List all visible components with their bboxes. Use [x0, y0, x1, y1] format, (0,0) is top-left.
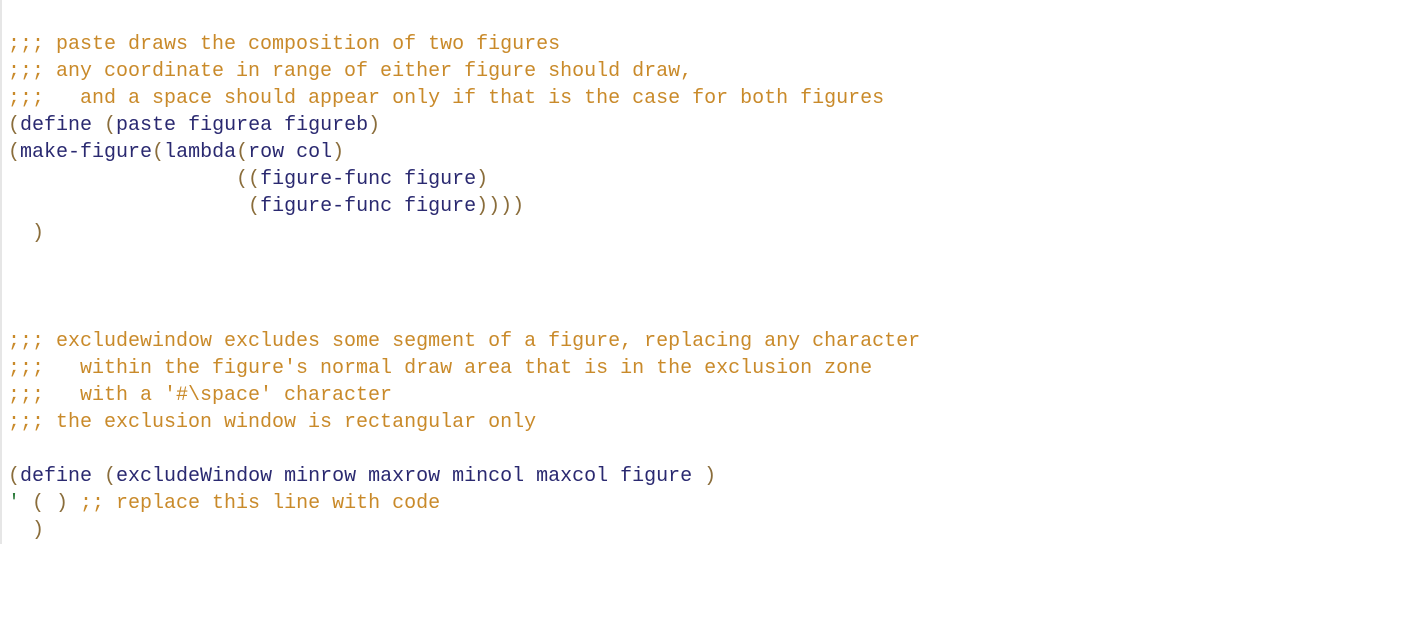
code-line: (define (excludeWindow minrow maxrow min… [8, 465, 716, 488]
param-list: minrow maxrow mincol maxcol figure [272, 465, 704, 488]
blank-line [8, 303, 20, 326]
code-line: ((figure-func figure) [8, 168, 488, 191]
keyword-define: define [20, 465, 92, 488]
paren-open: ( [92, 114, 116, 137]
param-list: figurea figureb [176, 114, 368, 137]
comment-line: ;;; the exclusion window is rectangular … [8, 411, 536, 434]
code-editor: ;;; paste draws the composition of two f… [0, 0, 1421, 544]
paren-open: ( [8, 114, 20, 137]
paren-close: ) [332, 141, 344, 164]
paren-close: ) [476, 168, 488, 191]
paren-close: ) [32, 222, 44, 245]
comment-inline: ;; replace this line with code [80, 492, 440, 515]
paren-close: ) [32, 519, 44, 542]
code-line: (make-figure(lambda(row col) [8, 141, 344, 164]
identifier: figure-func figure [260, 195, 476, 218]
paren-open: ( [152, 141, 164, 164]
code-line: (define (paste figurea figureb) [8, 114, 380, 137]
comment-line: ;;; excludewindow excludes some segment … [8, 330, 920, 353]
code-line: ) [8, 222, 44, 245]
paren-close: )))) [476, 195, 524, 218]
identifier: figure-func figure [260, 168, 476, 191]
keyword-lambda: lambda [164, 141, 236, 164]
param-list: row col [248, 141, 332, 164]
keyword-define: define [20, 114, 92, 137]
function-name: paste [116, 114, 176, 137]
blank-line [8, 276, 20, 299]
indent [8, 519, 32, 542]
comment-line: ;;; with a '#\space' character [8, 384, 392, 407]
paren-empty: ( ) [20, 492, 80, 515]
function-name: excludeWindow [116, 465, 272, 488]
comment-line: ;;; and a space should appear only if th… [8, 87, 884, 110]
quote-literal: ' [8, 492, 20, 515]
paren-open: (( [236, 168, 260, 191]
comment-line: ;;; any coordinate in range of either fi… [8, 60, 692, 83]
blank-line [8, 438, 20, 461]
comment-line: ;;; paste draws the composition of two f… [8, 33, 560, 56]
code-line: ) [8, 519, 44, 542]
paren-close: ) [368, 114, 380, 137]
paren-open: ( [248, 195, 260, 218]
indent [8, 195, 248, 218]
indent [8, 168, 236, 191]
comment-line: ;;; within the figure's normal draw area… [8, 357, 872, 380]
paren-close: ) [704, 465, 716, 488]
code-line: (figure-func figure)))) [8, 195, 524, 218]
paren-open: ( [92, 465, 116, 488]
paren-open: ( [236, 141, 248, 164]
code-line: ' ( ) ;; replace this line with code [8, 492, 440, 515]
paren-open: ( [8, 141, 20, 164]
blank-line [8, 249, 20, 272]
indent [8, 222, 32, 245]
identifier: make-figure [20, 141, 152, 164]
paren-open: ( [8, 465, 20, 488]
